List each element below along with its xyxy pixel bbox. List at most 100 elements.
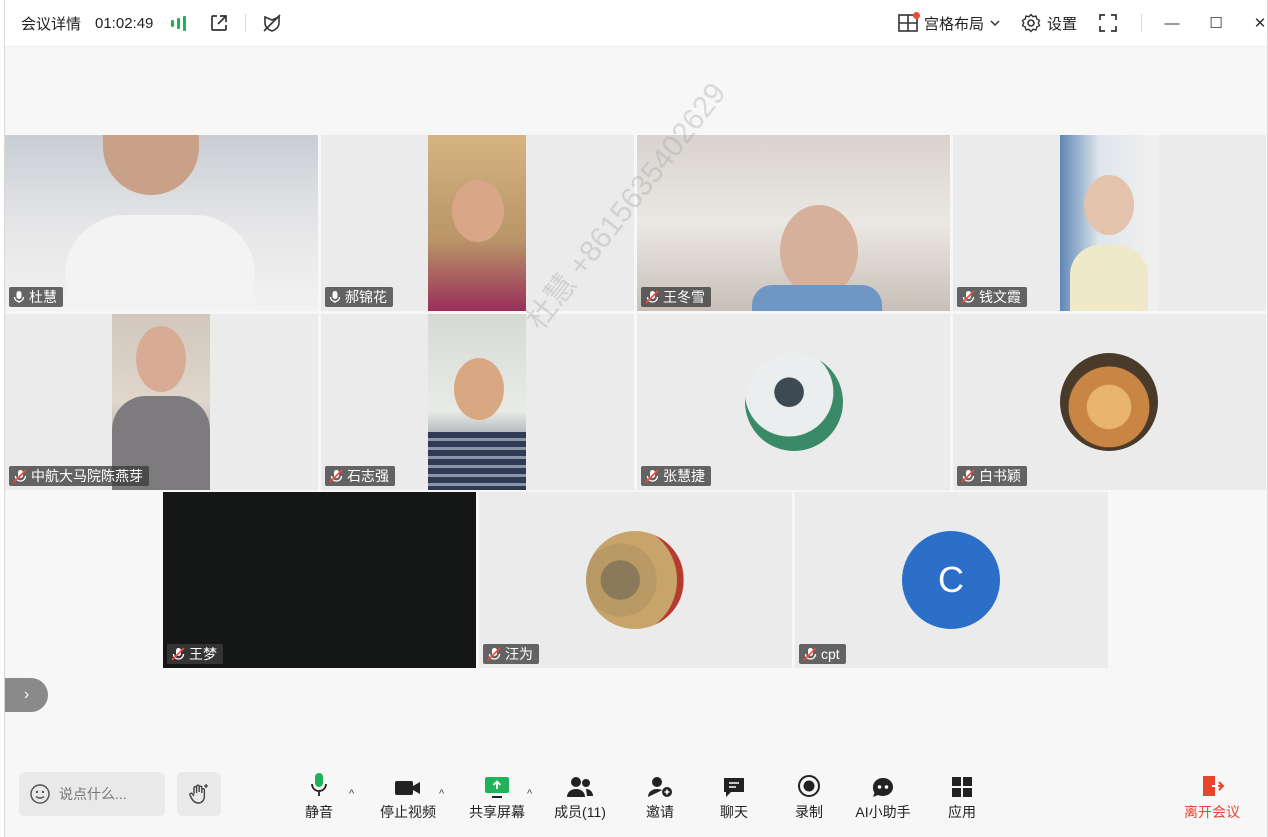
meeting-details-link[interactable]: 会议详情 — [21, 0, 81, 46]
apps-button[interactable]: 应用 — [927, 772, 997, 822]
camera-feed — [637, 135, 950, 311]
chevron-up-icon[interactable]: ^ — [527, 788, 532, 800]
mic-icon — [311, 773, 327, 796]
layout-select[interactable]: 宫格布局 — [898, 0, 1000, 46]
camera-feed — [1060, 135, 1158, 311]
video-tile[interactable]: 石志强 — [321, 314, 634, 490]
record-icon — [798, 775, 820, 797]
leave-label: 离开会议 — [1184, 804, 1240, 820]
mic-muted-icon — [13, 469, 27, 483]
mask-off-icon[interactable] — [261, 0, 283, 46]
members-icon — [567, 777, 593, 797]
avatar — [745, 353, 843, 451]
members-button[interactable]: 成员(11) — [545, 772, 615, 822]
meeting-signal-icon[interactable] — [171, 0, 186, 46]
video-grid: 杜慧 郝锦花 王冬雪 钱文霞 中航大马院陈燕芽 石志强 张慧捷 白书颖 王梦 汪… — [5, 135, 1267, 668]
video-tile[interactable]: C cpt — [795, 492, 1108, 668]
camera-icon — [395, 781, 420, 795]
video-tile[interactable]: 杜慧 — [5, 135, 318, 311]
settings-label: 设置 — [1047, 15, 1078, 33]
video-tile[interactable]: 张慧捷 — [637, 314, 950, 490]
participant-name: cpt — [821, 646, 840, 662]
close-icon[interactable]: ✕ — [1251, 14, 1268, 32]
divider — [245, 14, 246, 32]
video-tile[interactable]: 王冬雪 — [637, 135, 950, 311]
notification-dot — [913, 12, 920, 19]
mic-muted-icon — [961, 469, 975, 483]
mic-muted-icon — [645, 469, 659, 483]
mic-icon — [13, 291, 25, 303]
mic-muted-icon — [171, 647, 185, 661]
chevron-right-icon: › — [23, 686, 30, 703]
invite-icon — [648, 777, 672, 797]
video-tile[interactable]: 钱文霞 — [953, 135, 1266, 311]
chat-button[interactable]: 聊天 — [699, 772, 769, 822]
mute-label: 静音 — [305, 804, 333, 820]
mic-muted-icon — [961, 290, 975, 304]
video-tile[interactable]: 汪为 — [479, 492, 792, 668]
participant-name: 中航大马院陈燕芽 — [31, 468, 143, 484]
participant-nametag: 汪为 — [483, 644, 539, 664]
participant-nametag: 中航大马院陈燕芽 — [9, 466, 149, 486]
record-label: 录制 — [795, 804, 823, 820]
participant-name: 张慧捷 — [663, 468, 705, 484]
participant-name: 杜慧 — [29, 289, 57, 305]
participant-nametag: 张慧捷 — [641, 466, 711, 486]
participant-name: 石志强 — [347, 468, 389, 484]
bottom-toolbar: 说点什么... 静音 ^ 停止视频 ^ 共享屏幕 ^ 成员(11) 邀请 聊天 … — [5, 760, 1267, 832]
video-tile[interactable]: 郝锦花 — [321, 135, 634, 311]
members-label: 成员(11) — [554, 804, 606, 820]
mute-button[interactable]: 静音 — [284, 772, 354, 822]
layout-label: 宫格布局 — [924, 15, 985, 33]
leave-meeting-button[interactable]: 离开会议 — [1177, 772, 1247, 822]
participant-name: 王冬雪 — [663, 289, 705, 305]
chevron-up-icon[interactable]: ^ — [349, 788, 354, 800]
leave-icon — [1203, 776, 1224, 796]
camera-feed — [112, 314, 210, 490]
chat-icon — [724, 778, 744, 797]
video-tile[interactable]: 王梦 — [163, 492, 476, 668]
mic-muted-icon — [487, 647, 501, 661]
apps-icon — [952, 777, 972, 797]
video-tile[interactable]: 中航大马院陈燕芽 — [5, 314, 318, 490]
participant-name: 白书颖 — [979, 468, 1021, 484]
stop-video-label: 停止视频 — [380, 804, 436, 820]
participant-nametag: 郝锦花 — [325, 287, 393, 307]
quick-chat-input[interactable]: 说点什么... — [19, 772, 165, 816]
mic-icon — [329, 291, 341, 303]
participant-nametag: 石志强 — [325, 466, 395, 486]
expand-panel-button[interactable]: › — [5, 678, 48, 712]
participant-name: 汪为 — [505, 646, 533, 662]
share-out-icon[interactable] — [209, 0, 229, 46]
settings-button[interactable]: 设置 — [1021, 0, 1077, 46]
invite-label: 邀请 — [646, 804, 674, 820]
ai-icon — [872, 778, 893, 797]
invite-button[interactable]: 邀请 — [625, 772, 695, 822]
maximize-icon[interactable]: ☐ — [1207, 14, 1225, 32]
avatar — [586, 531, 684, 629]
meeting-window: 会议详情 01:02:49 宫格布局 设置 — ☐ ✕ 杜慧 郝锦花 王冬雪 钱… — [4, 0, 1268, 837]
record-button[interactable]: 录制 — [774, 772, 844, 822]
top-bar: 会议详情 01:02:49 宫格布局 设置 — ☐ ✕ — [5, 0, 1267, 47]
mic-muted-icon — [803, 647, 817, 661]
avatar — [1060, 353, 1158, 451]
chevron-down-icon — [990, 20, 1000, 27]
video-tile[interactable]: 白书颖 — [953, 314, 1266, 490]
mic-muted-icon — [329, 469, 343, 483]
participant-nametag: 钱文霞 — [957, 287, 1027, 307]
fullscreen-icon[interactable] — [1099, 0, 1117, 46]
mic-muted-icon — [645, 290, 659, 304]
camera-feed — [5, 135, 318, 311]
minimize-icon[interactable]: — — [1163, 15, 1181, 32]
divider — [1141, 14, 1142, 32]
stop-video-button[interactable]: 停止视频 — [373, 772, 443, 822]
avatar: C — [902, 531, 1000, 629]
chevron-up-icon[interactable]: ^ — [439, 788, 444, 800]
camera-feed — [428, 135, 526, 311]
participant-name: 郝锦花 — [345, 289, 387, 305]
raise-hand-button[interactable] — [177, 772, 221, 816]
share-screen-button[interactable]: 共享屏幕 — [462, 772, 532, 822]
chat-label: 聊天 — [720, 804, 748, 820]
ai-assistant-button[interactable]: AI小助手 — [848, 772, 918, 822]
raise-hand-icon — [189, 784, 208, 804]
